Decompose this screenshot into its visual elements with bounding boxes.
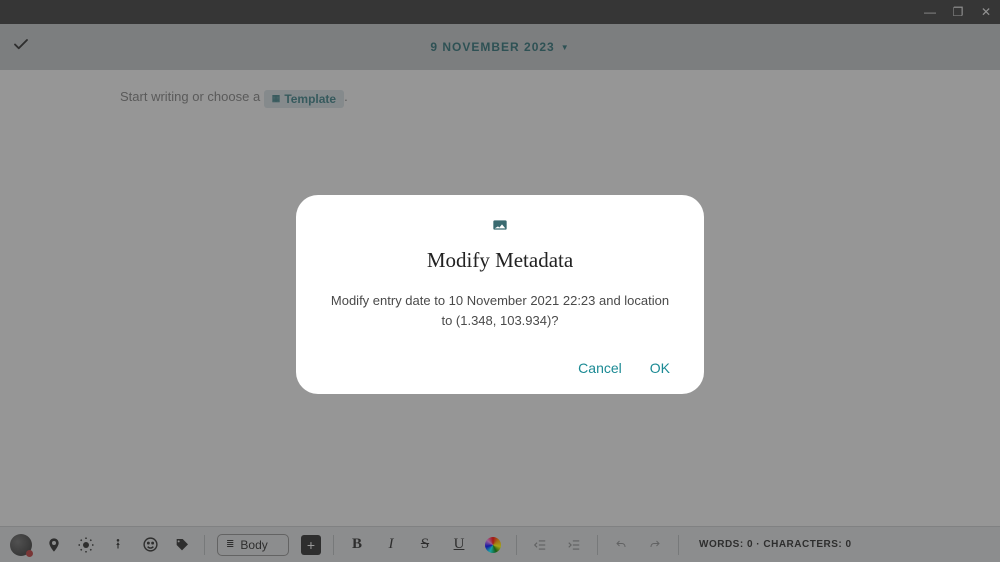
dialog-title: Modify Metadata bbox=[427, 248, 573, 273]
dialog-body-text: Modify entry date to 10 November 2021 22… bbox=[324, 291, 676, 330]
dialog-actions: Cancel OK bbox=[324, 360, 676, 376]
ok-button[interactable]: OK bbox=[650, 360, 670, 376]
modify-metadata-dialog: Modify Metadata Modify entry date to 10 … bbox=[296, 195, 704, 394]
image-icon bbox=[491, 217, 509, 238]
cancel-button[interactable]: Cancel bbox=[578, 360, 622, 376]
